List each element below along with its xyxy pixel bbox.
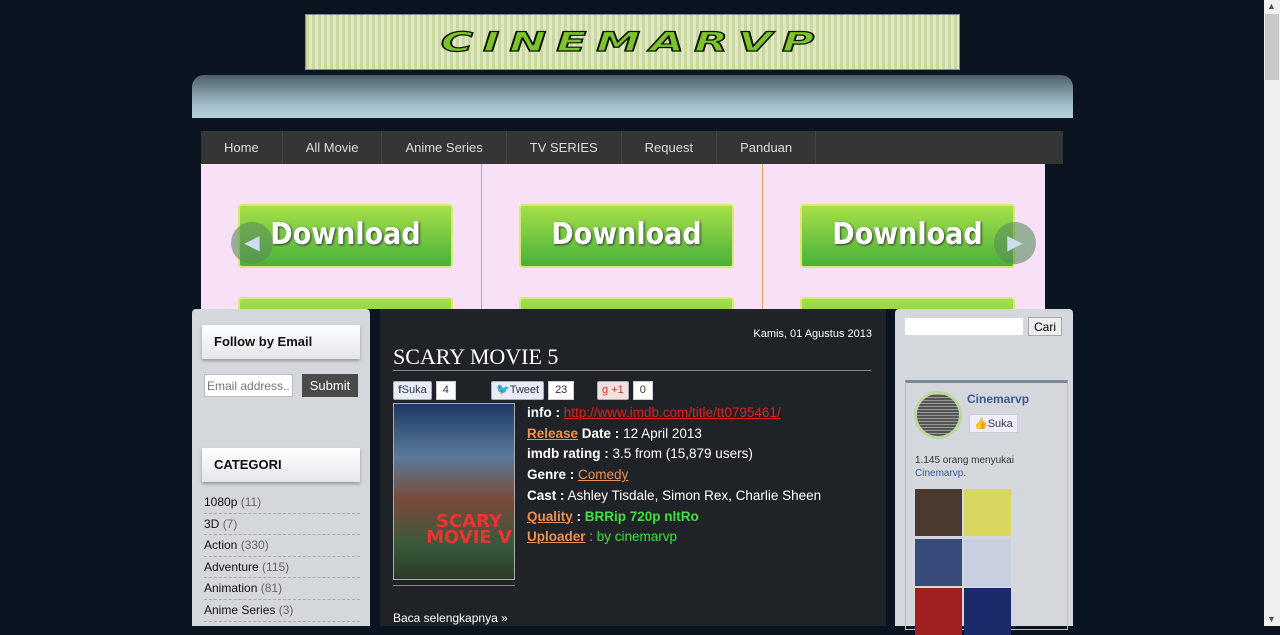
scroll-down-icon[interactable]: ▼ <box>1267 614 1276 624</box>
quality-link[interactable]: Quality <box>527 509 573 524</box>
right-sidebar: Cari Cinemarvp 👍Suka 1.145 orang menyuka… <box>895 309 1073 635</box>
movie-poster[interactable]: SCARY MOVIE V <box>393 403 515 580</box>
fan-avatar[interactable] <box>915 588 962 635</box>
search-button[interactable]: Cari <box>1028 317 1062 336</box>
plusone-count: 0 <box>632 381 653 400</box>
main-nav: Home All Movie Anime Series TV SERIES Re… <box>201 131 1063 164</box>
submit-button[interactable]: Submit <box>302 374 358 397</box>
scrollbar-thumb[interactable] <box>1265 14 1279 80</box>
category-item[interactable]: Adventure (115) <box>204 557 360 579</box>
facebook-like-box: Cinemarvp 👍Suka 1.145 orang menyukai Cine… <box>905 380 1068 635</box>
nav-panduan[interactable]: Panduan <box>717 131 817 164</box>
download-button[interactable]: Download <box>519 204 734 268</box>
slider-next-icon[interactable]: ▶ <box>994 222 1036 264</box>
slider-prev-icon[interactable]: ◀ <box>231 222 273 264</box>
category-list: 1080p (11) 3D (7) Action (330) Adventure… <box>204 492 360 622</box>
twitter-icon: 🐦 <box>496 384 510 396</box>
nav-anime-series[interactable]: Anime Series <box>382 131 507 164</box>
nav-all-movie[interactable]: All Movie <box>283 131 383 164</box>
category-item[interactable]: Animation (81) <box>204 578 360 600</box>
google-plus-share[interactable]: g +1 0 <box>597 381 653 400</box>
nav-tv-series[interactable]: TV SERIES <box>507 131 622 164</box>
movie-info: info : http://www.imdb.com/title/tt07954… <box>527 405 822 545</box>
fb-page-link[interactable]: Cinemarvp <box>967 392 1029 406</box>
download-button[interactable] <box>800 297 1015 309</box>
category-item[interactable]: Anime Series (3) <box>204 600 360 622</box>
featured-slider: Download Download Download <box>201 164 1045 309</box>
release-link[interactable]: Release <box>527 426 578 441</box>
page-avatar[interactable] <box>914 391 962 439</box>
fb-page-link[interactable]: Cinemarvp <box>915 468 963 479</box>
search-input[interactable] <box>905 318 1023 335</box>
facebook-like-button[interactable]: fSuka <box>393 381 432 400</box>
post: Kamis, 01 Agustus 2013 SCARY MOVIE 5 fSu… <box>380 309 886 626</box>
fan-count: 1.145 orang menyukai Cinemarvp. <box>915 455 1014 479</box>
category-item[interactable]: Action (330) <box>204 535 360 557</box>
like-count: 4 <box>435 381 456 400</box>
post-date: Kamis, 01 Agustus 2013 <box>753 328 872 340</box>
fan-avatar[interactable] <box>964 539 1011 586</box>
fan-avatar[interactable] <box>964 588 1011 635</box>
fan-avatar[interactable] <box>964 489 1011 536</box>
scrollbar[interactable]: ▲ ▼ <box>1264 0 1280 626</box>
download-button[interactable] <box>238 297 453 309</box>
email-input[interactable] <box>204 374 293 397</box>
thumbs-up-icon: 👍 <box>974 418 988 430</box>
divider <box>393 585 515 586</box>
scroll-up-icon[interactable]: ▲ <box>1267 1 1276 11</box>
uploader-link[interactable]: Uploader <box>527 529 586 544</box>
follow-email-title: Follow by Email <box>202 325 360 359</box>
google-icon: g <box>602 384 612 396</box>
twitter-share[interactable]: 🐦Tweet 23 <box>491 381 575 400</box>
gplus-button[interactable]: g +1 <box>597 381 629 400</box>
imdb-link[interactable]: http://www.imdb.com/title/tt0795461/ <box>564 405 781 420</box>
download-button[interactable]: Download <box>800 204 1015 268</box>
category-item[interactable]: 3D (7) <box>204 514 360 536</box>
header-bar <box>192 75 1073 118</box>
left-sidebar: Follow by Email Submit CATEGORI 1080p (1… <box>192 309 370 626</box>
divider <box>393 370 871 371</box>
site-logo[interactable]: CINEMARVP <box>305 14 960 70</box>
download-button[interactable] <box>519 297 734 309</box>
facebook-share[interactable]: fSuka 4 <box>393 381 456 400</box>
categories-title: CATEGORI <box>202 448 360 482</box>
category-item[interactable]: 1080p (11) <box>204 492 360 514</box>
nav-home[interactable]: Home <box>201 131 283 164</box>
tweet-count: 23 <box>548 381 575 400</box>
tweet-button[interactable]: 🐦Tweet <box>491 381 545 400</box>
post-title[interactable]: SCARY MOVIE 5 <box>393 344 558 370</box>
nav-request[interactable]: Request <box>622 131 718 164</box>
genre-link[interactable]: Comedy <box>578 467 628 482</box>
fan-avatar[interactable] <box>915 539 962 586</box>
fan-avatar[interactable] <box>915 489 962 536</box>
read-more-link[interactable]: Baca selengkapnya » <box>393 611 508 625</box>
fb-like-button[interactable]: 👍Suka <box>969 414 1018 433</box>
